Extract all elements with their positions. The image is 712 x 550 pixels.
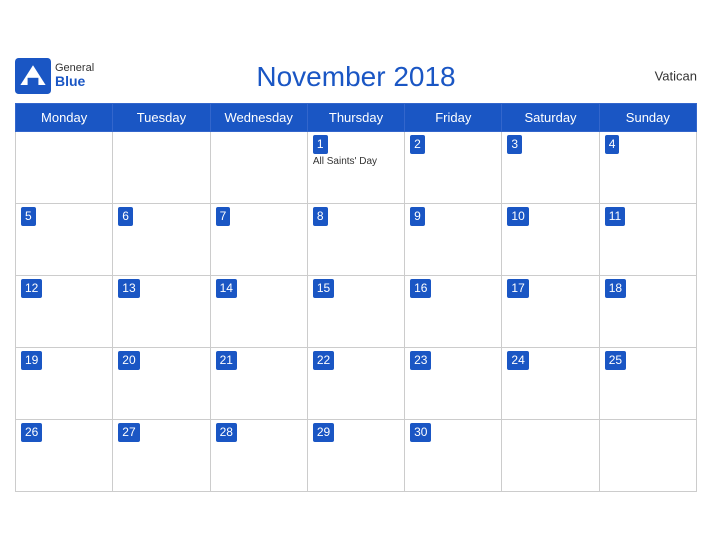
calendar-cell-w4-d2: 20 bbox=[113, 348, 210, 420]
day-number: 1 bbox=[313, 135, 328, 154]
header-monday: Monday bbox=[16, 104, 113, 132]
day-number: 27 bbox=[118, 423, 139, 442]
calendar-cell-w1-d1 bbox=[16, 132, 113, 204]
day-number: 3 bbox=[507, 135, 522, 154]
calendar-cell-w3-d2: 13 bbox=[113, 276, 210, 348]
logo-text: General Blue bbox=[55, 62, 94, 89]
calendar-cell-w3-d6: 17 bbox=[502, 276, 599, 348]
header-saturday: Saturday bbox=[502, 104, 599, 132]
calendar-table: Monday Tuesday Wednesday Thursday Friday… bbox=[15, 103, 697, 492]
calendar-cell-w4-d4: 22 bbox=[307, 348, 404, 420]
calendar-cell-w1-d7: 4 bbox=[599, 132, 696, 204]
header-thursday: Thursday bbox=[307, 104, 404, 132]
calendar-cell-w3-d3: 14 bbox=[210, 276, 307, 348]
header-sunday: Sunday bbox=[599, 104, 696, 132]
day-number: 26 bbox=[21, 423, 42, 442]
day-number: 11 bbox=[605, 207, 625, 226]
day-number: 2 bbox=[410, 135, 425, 154]
day-number: 9 bbox=[410, 207, 425, 226]
calendar-body: 1All Saints' Day234567891011121314151617… bbox=[16, 132, 697, 492]
calendar-cell-w4-d5: 23 bbox=[405, 348, 502, 420]
holiday-name: All Saints' Day bbox=[313, 156, 399, 167]
logo-icon bbox=[15, 58, 51, 94]
calendar-cell-w5-d2: 27 bbox=[113, 420, 210, 492]
day-number: 18 bbox=[605, 279, 626, 298]
calendar-cell-w2-d6: 10 bbox=[502, 204, 599, 276]
calendar-cell-w1-d3 bbox=[210, 132, 307, 204]
day-number: 23 bbox=[410, 351, 431, 370]
calendar-cell-w3-d5: 16 bbox=[405, 276, 502, 348]
day-number: 17 bbox=[507, 279, 528, 298]
day-number: 24 bbox=[507, 351, 528, 370]
calendar-cell-w1-d4: 1 All Saints' Day bbox=[307, 132, 404, 204]
day-number: 19 bbox=[21, 351, 42, 370]
day-number: 30 bbox=[410, 423, 431, 442]
calendar-cell-w5-d1: 26 bbox=[16, 420, 113, 492]
calendar-cell-w2-d5: 9 bbox=[405, 204, 502, 276]
header-friday: Friday bbox=[405, 104, 502, 132]
header-tuesday: Tuesday bbox=[113, 104, 210, 132]
week-row-2: 5 6 7 8 9 10 11 bbox=[16, 204, 697, 276]
calendar-cell-w2-d7: 11 bbox=[599, 204, 696, 276]
logo: General Blue bbox=[15, 58, 94, 94]
calendar-cell-w2-d3: 7 bbox=[210, 204, 307, 276]
day-number: 25 bbox=[605, 351, 626, 370]
day-number: 28 bbox=[216, 423, 237, 442]
day-number: 20 bbox=[118, 351, 139, 370]
calendar-cell-w4-d1: 19 bbox=[16, 348, 113, 420]
calendar-title: November 2018 bbox=[256, 61, 455, 93]
calendar-cell-w1-d2 bbox=[113, 132, 210, 204]
calendar-cell-w1-d6: 3 bbox=[502, 132, 599, 204]
day-number: 22 bbox=[313, 351, 334, 370]
calendar-container: General Blue November 2018 Vatican Monda… bbox=[0, 43, 712, 507]
calendar-cell-w5-d5: 30 bbox=[405, 420, 502, 492]
day-number: 14 bbox=[216, 279, 237, 298]
week-row-4: 19 20 21 22 23 24 25 bbox=[16, 348, 697, 420]
day-number: 7 bbox=[216, 207, 231, 226]
day-number: 8 bbox=[313, 207, 328, 226]
day-number: 12 bbox=[21, 279, 42, 298]
calendar-cell-w3-d1: 12 bbox=[16, 276, 113, 348]
day-number: 21 bbox=[216, 351, 237, 370]
day-number: 15 bbox=[313, 279, 334, 298]
logo-blue-text: Blue bbox=[55, 74, 94, 89]
calendar-cell-w2-d1: 5 bbox=[16, 204, 113, 276]
calendar-cell-w5-d6 bbox=[502, 420, 599, 492]
day-number: 6 bbox=[118, 207, 133, 226]
calendar-cell-w5-d3: 28 bbox=[210, 420, 307, 492]
day-number: 16 bbox=[410, 279, 431, 298]
calendar-cell-w4-d3: 21 bbox=[210, 348, 307, 420]
calendar-cell-w5-d4: 29 bbox=[307, 420, 404, 492]
day-number: 4 bbox=[605, 135, 620, 154]
calendar-cell-w1-d5: 2 bbox=[405, 132, 502, 204]
calendar-header: General Blue November 2018 Vatican bbox=[15, 53, 697, 99]
day-number: 5 bbox=[21, 207, 36, 226]
calendar-cell-w2-d2: 6 bbox=[113, 204, 210, 276]
day-number: 10 bbox=[507, 207, 528, 226]
country-label: Vatican bbox=[655, 69, 697, 84]
week-row-5: 26 27 28 29 30 bbox=[16, 420, 697, 492]
calendar-cell-w5-d7 bbox=[599, 420, 696, 492]
week-row-1: 1 All Saints' Day 2 3 4 bbox=[16, 132, 697, 204]
calendar-cell-w4-d6: 24 bbox=[502, 348, 599, 420]
day-number: 29 bbox=[313, 423, 334, 442]
header-wednesday: Wednesday bbox=[210, 104, 307, 132]
calendar-cell-w3-d4: 15 bbox=[307, 276, 404, 348]
calendar-cell-w3-d7: 18 bbox=[599, 276, 696, 348]
week-row-3: 12 13 14 15 16 17 18 bbox=[16, 276, 697, 348]
calendar-cell-w4-d7: 25 bbox=[599, 348, 696, 420]
day-number: 13 bbox=[118, 279, 139, 298]
calendar-cell-w2-d4: 8 bbox=[307, 204, 404, 276]
weekday-header-row: Monday Tuesday Wednesday Thursday Friday… bbox=[16, 104, 697, 132]
